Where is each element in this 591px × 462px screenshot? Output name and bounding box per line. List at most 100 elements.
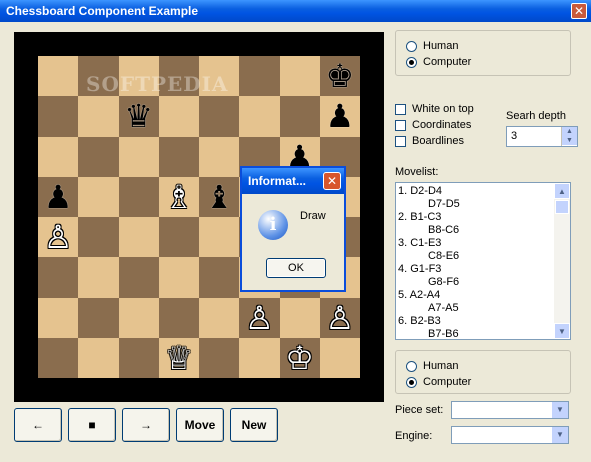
move-white: 6. B2-B3 (398, 315, 441, 327)
square-b6[interactable] (78, 136, 119, 177)
white-pawn-icon[interactable]: ♙ (38, 217, 78, 257)
top-human-label: Human (423, 40, 459, 52)
white-pawn-icon[interactable]: ♙ (320, 298, 360, 338)
square-c1[interactable] (118, 337, 159, 378)
white-pawn-icon[interactable]: ♙ (239, 298, 279, 338)
top-computer-radio[interactable]: Computer (406, 55, 471, 69)
move-black: D7-D5 (428, 198, 460, 210)
square-c3[interactable] (118, 257, 159, 298)
search-depth-spinner[interactable]: 3 ▲ ▼ (506, 126, 578, 147)
black-pawn-icon[interactable]: ♟ (38, 177, 78, 217)
square-a6[interactable] (38, 136, 79, 177)
chevron-down-icon[interactable]: ▼ (552, 402, 568, 418)
bottom-human-label: Human (423, 360, 459, 372)
square-b4[interactable] (78, 217, 119, 258)
square-a7[interactable] (38, 96, 79, 137)
close-icon[interactable]: ✕ (571, 3, 587, 19)
scroll-down-icon[interactable]: ▼ (554, 323, 570, 339)
spin-down-icon[interactable]: ▼ (562, 136, 577, 145)
window-title: Chessboard Component Example (6, 4, 199, 18)
white-queen-icon[interactable]: ♕ (159, 338, 199, 378)
square-d2[interactable] (158, 297, 199, 338)
engine-select[interactable]: ▼ (451, 426, 569, 444)
square-f7[interactable] (239, 96, 280, 137)
checkbox[interactable] (395, 103, 406, 115)
square-a8[interactable] (38, 56, 79, 97)
white-king-icon[interactable]: ♔ (280, 338, 320, 378)
square-d4[interactable] (158, 217, 199, 258)
square-a1[interactable] (38, 337, 79, 378)
stop-button[interactable]: ■ (68, 408, 116, 442)
square-b7[interactable] (78, 96, 119, 137)
square-a3[interactable] (38, 257, 79, 298)
square-e1[interactable] (199, 337, 240, 378)
move-button[interactable]: Move (176, 408, 224, 442)
white-on-top-checkbox[interactable]: White on top (395, 102, 474, 116)
white-on-top-label: White on top (412, 103, 474, 115)
ok-button[interactable]: OK (266, 258, 326, 278)
spin-up-icon[interactable]: ▲ (562, 127, 577, 136)
arrow-left-icon: ← (32, 418, 44, 432)
square-e6[interactable] (199, 136, 240, 177)
piece-set-label: Piece set: (395, 404, 444, 416)
piece-set-select[interactable]: ▼ (451, 401, 569, 419)
spinner-arrows[interactable]: ▲ ▼ (561, 127, 577, 146)
dialog-title-bar: Informat... ✕ (242, 168, 344, 194)
radio-button-checked[interactable] (406, 376, 417, 388)
black-queen-icon[interactable]: ♛ (119, 96, 159, 136)
square-c6[interactable] (118, 136, 159, 177)
black-pawn-icon[interactable]: ♟ (320, 96, 360, 136)
black-king-icon[interactable]: ♚ (320, 56, 360, 96)
radio-button-checked[interactable] (406, 56, 417, 68)
square-c2[interactable] (118, 297, 159, 338)
square-b3[interactable] (78, 257, 119, 298)
square-g8[interactable] (279, 56, 320, 97)
chevron-down-icon[interactable]: ▼ (552, 427, 568, 443)
bottom-human-radio[interactable]: Human (406, 359, 458, 373)
square-e3[interactable] (199, 257, 240, 298)
new-button[interactable]: New (230, 408, 278, 442)
black-bishop-icon[interactable]: ♝ (199, 177, 239, 217)
scroll-thumb[interactable] (555, 200, 569, 214)
move-white: 1. D2-D4 (398, 185, 443, 197)
square-a2[interactable] (38, 297, 79, 338)
title-bar: Chessboard Component Example ✕ (0, 0, 591, 22)
square-b2[interactable] (78, 297, 119, 338)
movelist-scrollbar[interactable]: ▲ ▼ (554, 183, 570, 339)
scroll-up-icon[interactable]: ▲ (554, 183, 570, 199)
move-white: 4. G1-F3 (398, 263, 442, 275)
forward-button[interactable]: → (122, 408, 170, 442)
coordinates-label: Coordinates (412, 119, 472, 131)
bottom-computer-radio[interactable]: Computer (406, 375, 471, 389)
square-g7[interactable] (279, 96, 320, 137)
checkbox[interactable] (395, 119, 406, 131)
square-e2[interactable] (199, 297, 240, 338)
square-f1[interactable] (239, 337, 280, 378)
square-f8[interactable] (239, 56, 280, 97)
info-icon: i (258, 210, 288, 240)
back-button[interactable]: ← (14, 408, 62, 442)
square-c5[interactable] (118, 176, 159, 217)
white-bishop-icon[interactable]: ♗ (159, 177, 199, 217)
square-h1[interactable] (319, 337, 360, 378)
square-d7[interactable] (158, 96, 199, 137)
square-d3[interactable] (158, 257, 199, 298)
square-e7[interactable] (199, 96, 240, 137)
checkbox[interactable] (395, 135, 406, 147)
dialog-close-icon[interactable]: ✕ (323, 172, 341, 190)
square-d6[interactable] (158, 136, 199, 177)
square-b1[interactable] (78, 337, 119, 378)
radio-button[interactable] (406, 360, 417, 372)
coordinates-checkbox[interactable]: Coordinates (395, 118, 471, 132)
movelist-box[interactable]: 1. D2-D4 D7-D5 2. B1-C3 B8-C6 3. C1-E3 C… (395, 182, 571, 340)
square-b5[interactable] (78, 176, 119, 217)
square-e4[interactable] (199, 217, 240, 258)
arrow-right-icon: → (140, 418, 152, 432)
square-g2[interactable] (279, 297, 320, 338)
boardlines-checkbox[interactable]: Boardlines (395, 134, 464, 148)
bottom-player-group: Human Computer (395, 350, 571, 394)
move-white: 3. C1-E3 (398, 237, 442, 249)
top-human-radio[interactable]: Human (406, 39, 458, 53)
radio-button[interactable] (406, 40, 417, 52)
square-c4[interactable] (118, 217, 159, 258)
